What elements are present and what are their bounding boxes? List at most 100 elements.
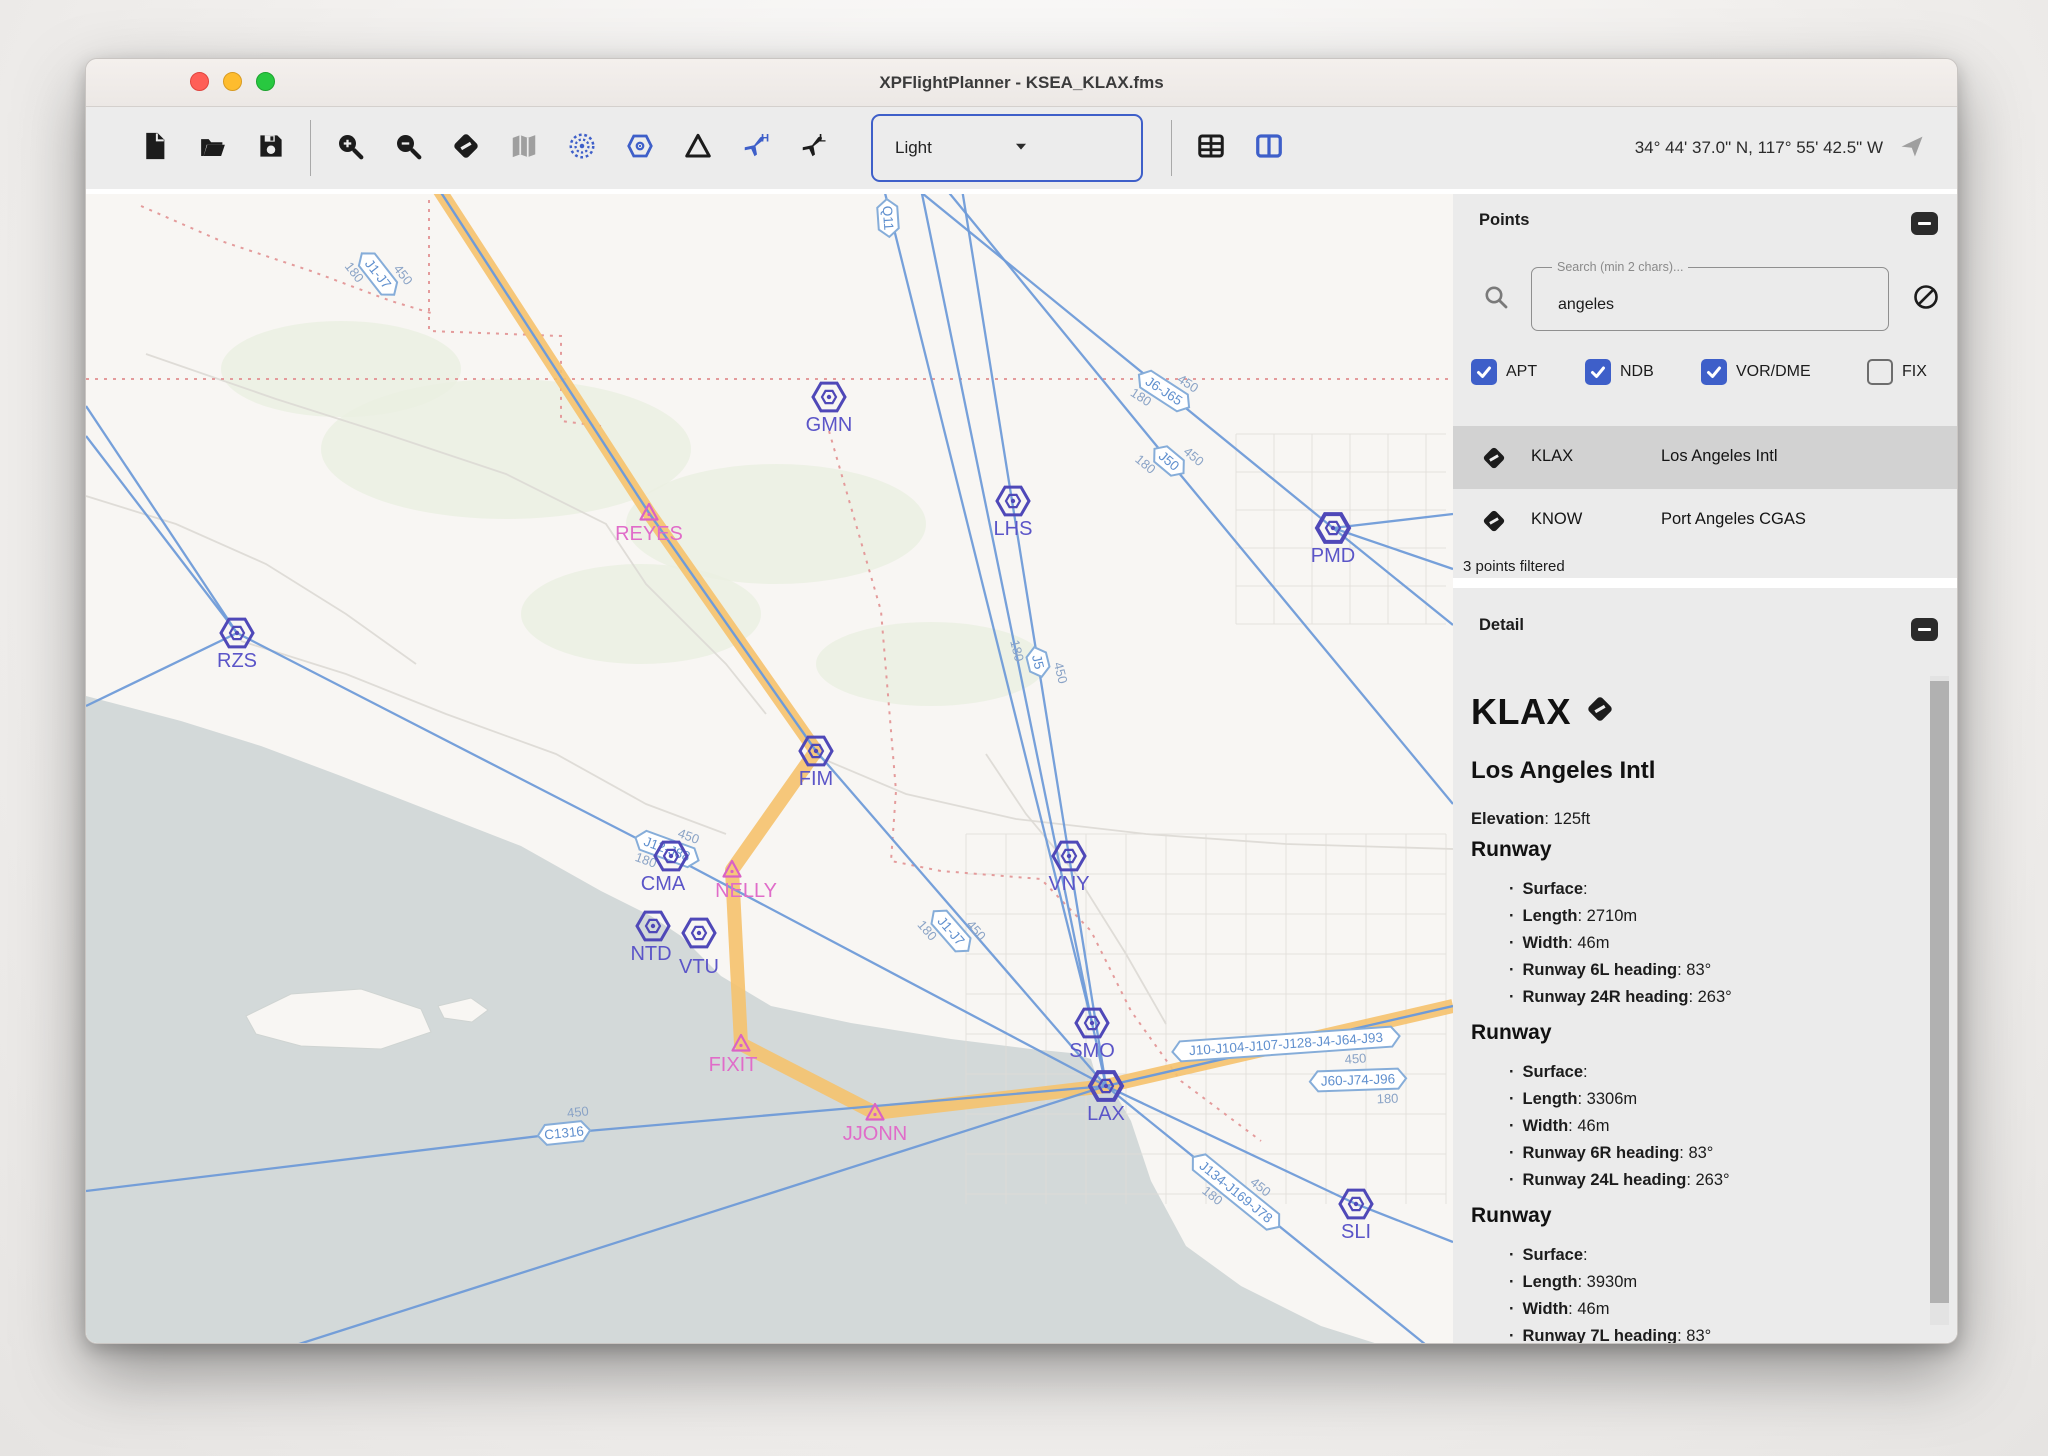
points-panel: Points Search (min 2 chars)... angeles A… (1453, 194, 1958, 578)
toolbar: H L Light 34° 44' 37.0" N, 117° 55' 42.5" W (86, 107, 1957, 189)
airport-elevation: Elevation: 125ft (1471, 806, 1915, 832)
filter-label: VOR/DME (1736, 363, 1811, 381)
airway-low-button[interactable]: L (785, 119, 843, 177)
vor-button[interactable] (553, 119, 611, 177)
vor-label: LAX (1087, 1103, 1125, 1125)
detail-panel-title: Detail (1479, 616, 1524, 635)
vor-label: CMA (641, 873, 686, 895)
airport-name: Los Angeles Intl (1471, 756, 1915, 786)
runway-attribute: Surface: (1509, 1242, 1915, 1269)
points-panel-title: Points (1479, 211, 1529, 230)
app-window: XPFlightPlanner - KSEA_KLAX.fms H L Light 3… (85, 58, 1958, 1344)
checkbox-checked-icon (1471, 359, 1497, 385)
airport-icon (451, 131, 481, 166)
runway-block: RunwaySurface: Length: 3306mWidth: 46mRu… (1471, 1019, 1915, 1194)
chevron-down-icon (1010, 135, 1125, 162)
map-canvas[interactable]: J1-J7450180J1-J7450180Q11J5450180J6-J654… (86, 194, 1453, 1344)
toolbar-separator (1171, 120, 1172, 176)
filter-checkbox-apt[interactable]: APT (1471, 359, 1537, 385)
detail-body: KLAX Los Angeles Intl Elevation: 125ft R… (1471, 692, 1915, 1344)
flight-map[interactable]: J1-J7450180J1-J7450180Q11J5450180J6-J654… (86, 194, 1453, 1344)
point-type-filters: APT NDB VOR/DME FIX (1453, 359, 1958, 399)
runway-heading: Runway (1471, 1202, 1915, 1230)
filter-label: FIX (1902, 363, 1927, 381)
filter-checkbox-fix[interactable]: FIX (1867, 359, 1927, 385)
new-file-button[interactable] (126, 119, 184, 177)
map-style-value: Light (895, 138, 1010, 158)
svg-text:L: L (819, 132, 826, 144)
vor-label: VTU (679, 956, 719, 978)
airport-icon (1481, 508, 1507, 539)
runway-attribute: Length: 2710m (1509, 903, 1915, 930)
checkbox-checked-icon (1585, 359, 1611, 385)
svg-text:H: H (761, 132, 769, 144)
save-file-icon (256, 131, 286, 166)
result-name: Port Angeles CGAS (1661, 510, 1806, 529)
airport-button[interactable] (437, 119, 495, 177)
ndb-button[interactable] (611, 119, 669, 177)
zoom-out-button[interactable] (379, 119, 437, 177)
search-icon (1483, 284, 1509, 315)
save-file-button[interactable] (242, 119, 300, 177)
open-file-icon (198, 131, 228, 166)
navigate-icon (1898, 132, 1926, 165)
svg-text:450: 450 (566, 1103, 589, 1120)
filter-checkbox-ndb[interactable]: NDB (1585, 359, 1654, 385)
runway-attribute: Runway 6L heading: 83° (1509, 957, 1915, 984)
navigate-button[interactable] (1883, 119, 1941, 177)
fix-label: FIXIT (709, 1054, 758, 1076)
points-collapse-button[interactable] (1911, 212, 1938, 235)
new-file-icon (140, 131, 170, 166)
result-code: KLAX (1531, 447, 1573, 466)
fix-label: JJONN (843, 1123, 907, 1145)
runway-attribute: Width: 46m (1509, 1113, 1915, 1140)
scrollbar-thumb[interactable] (1930, 681, 1949, 1303)
result-code: KNOW (1531, 510, 1582, 529)
vor-label: GMN (806, 414, 853, 436)
map-background-button[interactable] (495, 119, 553, 177)
detail-scrollbar[interactable] (1930, 676, 1949, 1325)
result-row-know[interactable]: KNOW Port Angeles CGAS (1453, 489, 1958, 552)
vor-label: SLI (1341, 1221, 1371, 1243)
cursor-coordinates: 34° 44' 37.0" N, 117° 55' 42.5" W (1635, 138, 1883, 158)
vor-label: SMO (1069, 1040, 1115, 1062)
vor-label: FIM (799, 768, 833, 790)
airway-low-icon: L (799, 131, 829, 166)
runway-attribute: Runway 7L heading: 83° (1509, 1323, 1915, 1344)
filter-label: NDB (1620, 363, 1654, 381)
open-file-button[interactable] (184, 119, 242, 177)
runway-heading: Runway (1471, 836, 1915, 864)
runway-attribute: Width: 46m (1509, 930, 1915, 957)
airway-high-icon: H (741, 131, 771, 166)
svg-text:450: 450 (1344, 1050, 1367, 1066)
runway-attribute: Surface: (1509, 876, 1915, 903)
main-content: J1-J7450180J1-J7450180Q11J5450180J6-J654… (86, 189, 1957, 1343)
map-style-select[interactable]: Light (871, 114, 1143, 182)
flight-plan-table-button[interactable] (1182, 119, 1240, 177)
search-input-value: angeles (1558, 296, 1614, 314)
vor-label: PMD (1311, 545, 1355, 567)
fix-button[interactable] (669, 119, 727, 177)
svg-text:J60-J74-J96: J60-J74-J96 (1321, 1071, 1396, 1089)
runway-attribute: Length: 3306m (1509, 1086, 1915, 1113)
filter-checkbox-vor-dme[interactable]: VOR/DME (1701, 359, 1811, 385)
search-input[interactable]: Search (min 2 chars)... angeles (1531, 267, 1889, 331)
detail-collapse-button[interactable] (1911, 618, 1938, 641)
vor-label: NTD (630, 943, 671, 965)
fix-icon (683, 131, 713, 166)
checkbox-checked-icon (1701, 359, 1727, 385)
result-row-klax[interactable]: KLAXLos Angeles Intl (1453, 426, 1958, 489)
toolbar-separator (310, 120, 311, 176)
airway-high-button[interactable]: H (727, 119, 785, 177)
svg-text:180: 180 (1376, 1091, 1398, 1107)
vor-label: LHS (994, 518, 1033, 540)
runway-list: RunwaySurface: Length: 2710mWidth: 46mRu… (1471, 836, 1915, 1344)
fix-label: REYES (615, 523, 683, 545)
zoom-in-button[interactable] (321, 119, 379, 177)
zoom-out-icon (393, 131, 423, 166)
points-filtered-count: 3 points filtered (1463, 558, 1565, 575)
clear-search-icon[interactable] (1912, 283, 1940, 316)
side-panel-button[interactable] (1240, 119, 1298, 177)
window-title: XPFlightPlanner - KSEA_KLAX.fms (86, 59, 1957, 107)
runway-block: RunwaySurface: Length: 3930mWidth: 46mRu… (1471, 1202, 1915, 1344)
